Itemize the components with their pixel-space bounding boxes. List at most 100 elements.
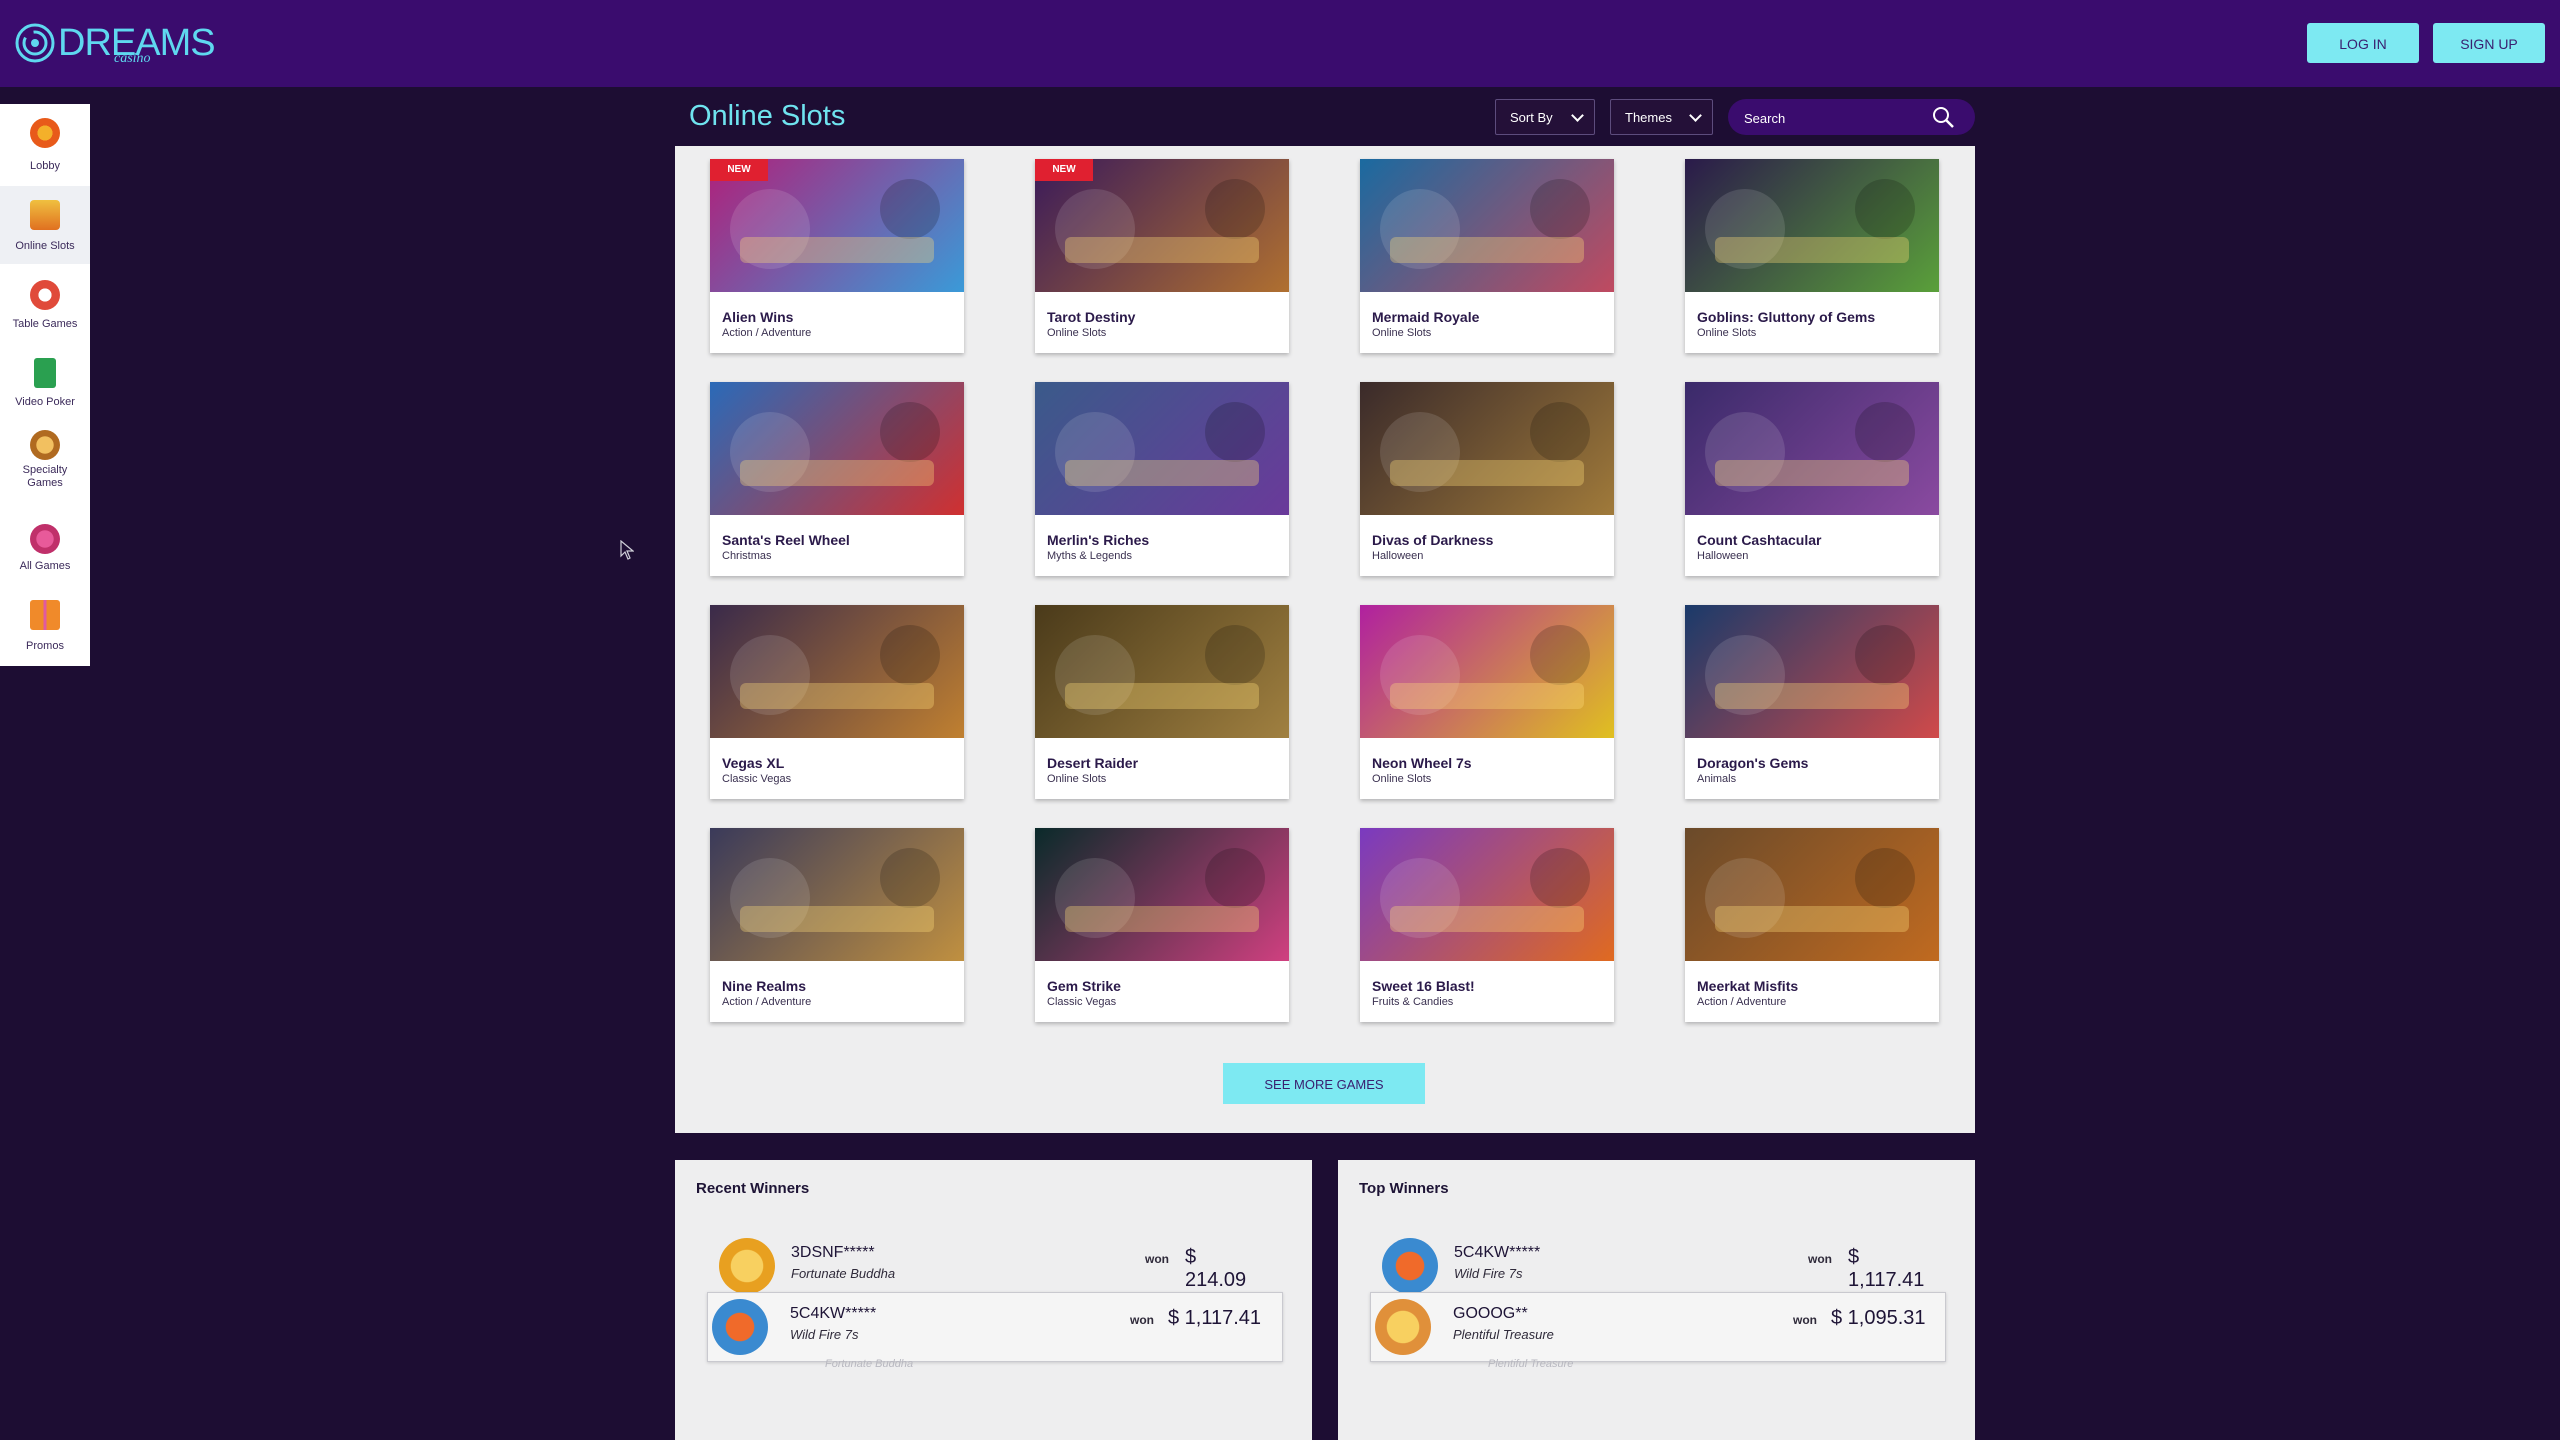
winner-game: Wild Fire 7s xyxy=(1454,1266,1523,1281)
winner-amount: $ 1,117.41 xyxy=(1168,1307,1262,1329)
page-title: Online Slots xyxy=(689,100,846,132)
game-card[interactable]: Desert Raider Online Slots xyxy=(1035,605,1289,799)
game-category: Online Slots xyxy=(1372,327,1432,339)
winner-user: 5C4KW***** xyxy=(790,1305,877,1322)
game-thumbnail[interactable]: NEW xyxy=(1035,159,1289,292)
game-art-icon xyxy=(1055,402,1265,492)
search-icon[interactable] xyxy=(1931,105,1955,129)
game-card[interactable]: NEW Tarot Destiny Online Slots xyxy=(1035,159,1289,353)
game-thumbnail[interactable] xyxy=(1685,382,1939,515)
game-card[interactable]: Divas of Darkness Halloween xyxy=(1360,382,1614,576)
won-label: won xyxy=(1808,1252,1832,1266)
new-badge: NEW xyxy=(1035,159,1093,181)
winner-row-highlighted: GOOOG** Plentiful Treasure won $ 1,095.3… xyxy=(1370,1292,1946,1362)
sort-by-dropdown[interactable]: Sort By xyxy=(1495,99,1595,135)
game-thumbnail[interactable] xyxy=(1035,828,1289,961)
game-avatar xyxy=(719,1238,775,1294)
login-button[interactable]: LOG IN xyxy=(2307,23,2419,63)
game-card[interactable]: Nine Realms Action / Adventure xyxy=(710,828,964,1022)
game-thumbnail[interactable] xyxy=(710,382,964,515)
search-input[interactable] xyxy=(1742,105,1926,131)
game-category: Online Slots xyxy=(1697,327,1757,339)
game-avatar xyxy=(1382,1238,1438,1294)
game-thumbnail[interactable]: NEW xyxy=(710,159,964,292)
see-more-games-button[interactable]: SEE MORE GAMES xyxy=(1223,1063,1425,1104)
game-card[interactable]: Vegas XL Classic Vegas xyxy=(710,605,964,799)
nav-item-table-games[interactable]: Table Games xyxy=(0,266,90,344)
game-thumbnail[interactable] xyxy=(1360,605,1614,738)
game-card[interactable]: NEW Alien Wins Action / Adventure xyxy=(710,159,964,353)
winner-user: GOOOG** xyxy=(1453,1305,1528,1322)
game-thumbnail[interactable] xyxy=(710,605,964,738)
game-card[interactable]: Santa's Reel Wheel Christmas xyxy=(710,382,964,576)
won-label: won xyxy=(1130,1313,1154,1327)
game-art-icon xyxy=(1380,179,1590,269)
winner-game: Wild Fire 7s xyxy=(790,1327,859,1342)
game-title: Divas of Darkness xyxy=(1372,532,1494,548)
game-thumbnail[interactable] xyxy=(1035,382,1289,515)
nav-item-promos[interactable]: Promos xyxy=(0,590,90,668)
nav-label: Specialty Games xyxy=(22,464,68,489)
nav-item-online-slots[interactable]: Online Slots xyxy=(0,186,90,264)
themes-dropdown[interactable]: Themes xyxy=(1610,99,1713,135)
game-category: Classic Vegas xyxy=(1047,996,1117,1008)
ghost-game-text: Plentiful Treasure xyxy=(1488,1358,1574,1370)
mouse-cursor-icon xyxy=(620,540,634,560)
game-card[interactable]: Neon Wheel 7s Online Slots xyxy=(1360,605,1614,799)
game-card[interactable]: Goblins: Gluttony of Gems Online Slots xyxy=(1685,159,1939,353)
nav-item-video-poker[interactable]: Video Poker xyxy=(0,344,90,422)
game-title: Nine Realms xyxy=(722,978,807,994)
sort-by-label: Sort By xyxy=(1510,110,1553,125)
winner-game: Fortunate Buddha xyxy=(791,1266,896,1281)
game-thumbnail[interactable] xyxy=(1035,605,1289,738)
game-thumbnail[interactable] xyxy=(1360,382,1614,515)
game-title: Sweet 16 Blast! xyxy=(1372,978,1475,994)
winner-amount: $ 1,095.31 xyxy=(1831,1307,1926,1329)
game-thumbnail[interactable] xyxy=(1685,159,1939,292)
game-card[interactable]: Merlin's Riches Myths & Legends xyxy=(1035,382,1289,576)
game-card[interactable]: Mermaid Royale Online Slots xyxy=(1360,159,1614,353)
game-art-icon xyxy=(1705,179,1915,269)
game-title: Desert Raider xyxy=(1047,755,1139,771)
game-art-icon xyxy=(1705,625,1915,715)
game-art-icon xyxy=(1055,848,1265,938)
game-category: Action / Adventure xyxy=(722,327,812,339)
dreams-casino-logo[interactable]: DREAMS casino xyxy=(14,20,216,68)
game-avatar xyxy=(712,1299,768,1355)
top-winners-panel: Top Winners 5C4KW***** Wild Fire 7s won … xyxy=(1338,1160,1975,1440)
game-thumbnail[interactable] xyxy=(1360,828,1614,961)
game-card[interactable]: Sweet 16 Blast! Fruits & Candies xyxy=(1360,828,1614,1022)
game-card[interactable]: Doragon's Gems Animals xyxy=(1685,605,1939,799)
gift-icon xyxy=(30,600,60,630)
logo-spiral-icon xyxy=(15,23,55,63)
game-title: Vegas XL xyxy=(722,755,785,771)
game-category: Christmas xyxy=(722,550,772,562)
game-thumbnail[interactable] xyxy=(710,828,964,961)
game-card[interactable]: Count Cashtacular Halloween xyxy=(1685,382,1939,576)
nav-item-all-games[interactable]: All Games xyxy=(0,514,90,592)
recent-winners-panel: Recent Winners 3DSNF***** Fortunate Budd… xyxy=(675,1160,1312,1440)
ghost-game-text: Fortunate Buddha xyxy=(825,1358,914,1370)
nav-item-lobby[interactable]: Lobby xyxy=(0,104,90,182)
game-thumbnail[interactable] xyxy=(1685,828,1939,961)
game-title: Mermaid Royale xyxy=(1372,309,1480,325)
games-panel: NEW Alien Wins Action / Adventure NEW Tarot … xyxy=(675,146,1975,1133)
nav-item-specialty-games[interactable]: Specialty Games xyxy=(0,422,90,512)
game-art-icon xyxy=(730,402,940,492)
top-header: DREAMS casino LOG IN SIGN UP xyxy=(0,0,2560,87)
game-thumbnail[interactable] xyxy=(1685,605,1939,738)
game-category: Online Slots xyxy=(1372,773,1432,785)
game-card[interactable]: Meerkat Misfits Action / Adventure xyxy=(1685,828,1939,1022)
game-title: Doragon's Gems xyxy=(1697,755,1809,771)
game-title: Alien Wins xyxy=(722,309,794,325)
won-label: won xyxy=(1145,1252,1169,1266)
game-art-icon xyxy=(730,625,940,715)
themes-label: Themes xyxy=(1625,110,1672,125)
game-title: Merlin's Riches xyxy=(1047,532,1150,548)
game-card[interactable]: Gem Strike Classic Vegas xyxy=(1035,828,1289,1022)
game-thumbnail[interactable] xyxy=(1360,159,1614,292)
signup-button[interactable]: SIGN UP xyxy=(2433,23,2545,63)
game-title: Neon Wheel 7s xyxy=(1372,755,1472,771)
nav-label: Lobby xyxy=(30,160,60,172)
game-category: Action / Adventure xyxy=(722,996,812,1008)
